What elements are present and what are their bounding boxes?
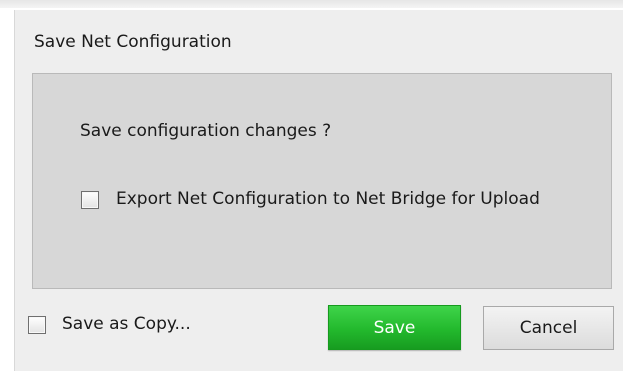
confirmation-question: Save configuration changes ? — [80, 121, 332, 141]
export-checkbox[interactable] — [81, 191, 99, 209]
save-as-copy-checkbox[interactable] — [28, 316, 46, 334]
save-as-copy-label[interactable]: Save as Copy... — [62, 314, 191, 334]
dialog-title: Save Net Configuration — [34, 32, 232, 52]
cancel-button[interactable]: Cancel — [483, 306, 614, 350]
save-button[interactable]: Save — [328, 305, 461, 350]
save-net-configuration-dialog: Save Net Configuration Save configuratio… — [0, 0, 623, 371]
content-panel — [32, 73, 612, 289]
export-checkbox-label[interactable]: Export Net Configuration to Net Bridge f… — [116, 189, 540, 209]
